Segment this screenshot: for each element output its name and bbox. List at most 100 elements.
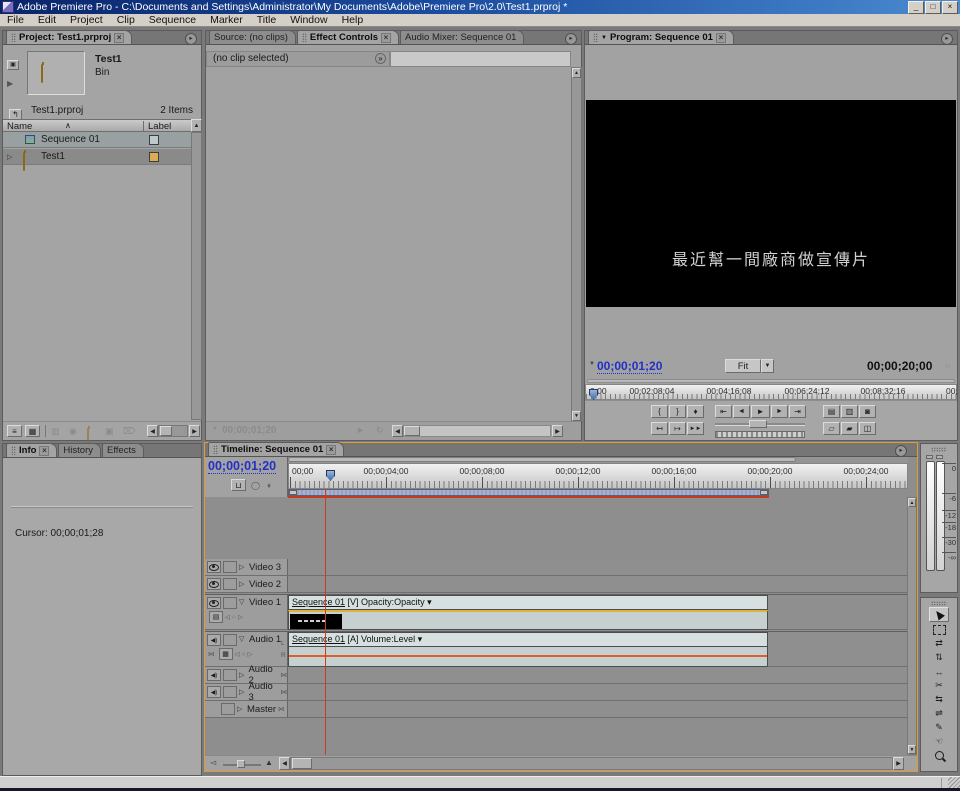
project-vscrollbar[interactable] <box>191 132 202 420</box>
previous-keyframe-icon[interactable]: ◁ <box>225 613 230 621</box>
scroll-left-icon[interactable]: ◀ <box>147 425 158 437</box>
set-display-style-icon[interactable]: ▤ <box>209 611 223 623</box>
snap-toggle-icon[interactable]: ⊔ <box>231 479 246 491</box>
panel-grip[interactable] <box>593 33 598 42</box>
zoom-slider[interactable] <box>223 764 261 766</box>
dropdown-icon[interactable]: ▼ <box>601 35 607 41</box>
scroll-left-icon[interactable]: ◀ <box>392 425 403 437</box>
play-button[interactable]: ► <box>751 405 770 418</box>
go-to-in-button[interactable]: ⇤ <box>715 405 732 418</box>
tab-info[interactable]: Info × <box>6 443 57 457</box>
go-to-in-play-button[interactable]: ↤ <box>651 422 668 435</box>
zoom-slider-thumb[interactable] <box>237 760 245 768</box>
razor-tool[interactable]: ✂ <box>930 679 948 692</box>
scrollbar-thumb[interactable] <box>160 426 172 436</box>
track-lock-toggle[interactable] <box>223 686 237 698</box>
list-view-icon[interactable]: ≡ <box>7 425 22 437</box>
panel-grip[interactable] <box>302 33 307 42</box>
rolling-edit-tool[interactable]: ⇅ <box>930 651 948 664</box>
scrollbar-thumb[interactable] <box>404 426 420 436</box>
scroll-right-icon[interactable]: ▶ <box>189 425 200 437</box>
audio-clip-body[interactable] <box>288 647 768 667</box>
scroll-up-icon[interactable]: ▲ <box>191 119 202 132</box>
program-ruler-scrollbar[interactable] <box>587 379 955 383</box>
label-swatch[interactable] <box>149 135 159 145</box>
close-icon[interactable]: × <box>114 33 124 43</box>
close-icon[interactable]: × <box>39 446 49 456</box>
output-button[interactable]: ◙ <box>859 405 876 418</box>
close-icon[interactable]: × <box>381 33 391 43</box>
zoom-out-icon[interactable]: ◅ <box>210 758 216 767</box>
track-lock-toggle[interactable] <box>221 703 235 715</box>
twirl-closed-icon[interactable]: ▷ <box>237 705 245 713</box>
tab-source[interactable]: Source: (no clips) <box>209 30 296 44</box>
icon-view-icon[interactable]: ▦ <box>25 425 40 437</box>
ripple-edit-tool[interactable]: ⇄ <box>930 637 948 650</box>
chevron-double-icon[interactable]: » <box>375 53 386 64</box>
effect-hscrollbar[interactable] <box>403 425 551 437</box>
pen-tool[interactable]: ✎ <box>930 721 948 734</box>
twirl-open-icon[interactable]: ▽ <box>239 598 247 606</box>
unnumbered-marker-icon[interactable]: ♦ <box>267 481 271 490</box>
zoom-level-select[interactable]: Fit <box>725 359 761 373</box>
column-name[interactable]: Name <box>7 121 32 132</box>
toggle-track-output[interactable] <box>207 597 221 609</box>
collapse-icon[interactable]: ⋈ <box>281 671 288 679</box>
set-out-point-button[interactable]: } <box>669 405 686 418</box>
next-keyframe-icon[interactable]: ▷ <box>238 613 243 621</box>
zoom-in-icon[interactable]: ▲ <box>265 758 273 767</box>
panel-grip[interactable] <box>213 445 218 454</box>
selection-tool[interactable] <box>929 607 949 622</box>
effect-timecode[interactable]: 00;00;01;20 <box>222 425 276 436</box>
next-keyframe-icon[interactable]: ▷ <box>247 650 252 658</box>
hand-tool[interactable]: ☜ <box>930 735 948 748</box>
scroll-up-icon[interactable]: ▲ <box>572 68 581 78</box>
panel-menu-icon[interactable]: ▸ <box>185 33 197 45</box>
twirl-open-icon[interactable]: ▽ <box>239 635 247 643</box>
export-frame-button[interactable]: ▤ <box>823 405 840 418</box>
scroll-right-icon[interactable]: ▶ <box>893 757 904 770</box>
set-in-point-button[interactable]: { <box>651 405 668 418</box>
toggle-track-output[interactable]: ◀) <box>207 634 221 646</box>
automate-to-sequence-icon[interactable]: ▥ <box>51 426 60 437</box>
step-back-button[interactable]: ◄ <box>733 405 750 418</box>
scroll-right-icon[interactable]: ▶ <box>552 425 563 437</box>
twirl-closed-icon[interactable]: ▷ <box>239 671 246 679</box>
clear-icon[interactable]: ⌦ <box>123 426 136 437</box>
step-forward-button[interactable]: ► <box>771 405 788 418</box>
row-name[interactable]: Test1 <box>41 151 65 162</box>
table-row[interactable]: ▷ Test1 <box>3 149 191 165</box>
twirl-closed-icon[interactable]: ▷ <box>239 580 247 588</box>
menu-marker[interactable]: Marker <box>203 14 250 26</box>
tab-effects[interactable]: Effects <box>102 443 144 457</box>
track-content[interactable] <box>288 684 907 700</box>
project-hscrollbar[interactable] <box>158 425 188 437</box>
track-lock-toggle[interactable] <box>223 561 237 573</box>
tab-audio-mixer[interactable]: Audio Mixer: Sequence 01 <box>400 30 524 44</box>
menu-project[interactable]: Project <box>63 14 110 26</box>
zoom-level-dropdown-icon[interactable]: ▼ <box>761 359 774 373</box>
slip-tool[interactable]: ⇆ <box>930 693 948 706</box>
slide-tool[interactable]: ⇌ <box>930 707 948 720</box>
column-label[interactable]: Label <box>143 121 171 132</box>
play-around-icon[interactable]: ► <box>356 425 365 435</box>
collapse-icon[interactable]: ⋈ <box>208 650 215 658</box>
set-display-style-icon[interactable]: ▦ <box>219 648 233 660</box>
panel-grip[interactable] <box>11 446 16 455</box>
go-to-out-play-button[interactable]: ↦ <box>669 422 686 435</box>
tab-project[interactable]: Project: Test1.prproj × <box>6 30 132 44</box>
tab-effect-controls[interactable]: Effect Controls × <box>297 30 399 44</box>
shuttle-thumb[interactable] <box>749 420 767 428</box>
work-area-start-handle[interactable] <box>289 490 297 495</box>
go-to-out-button[interactable]: ⇥ <box>789 405 806 418</box>
panel-grip[interactable] <box>931 601 947 606</box>
toggle-track-output[interactable]: ◀) <box>207 686 221 698</box>
tab-program[interactable]: ▼ Program: Sequence 01 × <box>588 30 734 44</box>
timeline-vscrollbar[interactable]: ▲ ▼ <box>907 497 917 755</box>
track-content[interactable] <box>288 559 907 575</box>
extract-button[interactable]: ▰ <box>841 422 858 435</box>
previous-keyframe-icon[interactable]: ◁ <box>235 650 240 658</box>
toggle-track-output[interactable] <box>207 561 221 573</box>
video-clip[interactable]: Sequence 01 [V] Opacity:Opacity ▾ <box>288 595 768 610</box>
trim-button[interactable]: ◫ <box>859 422 876 435</box>
